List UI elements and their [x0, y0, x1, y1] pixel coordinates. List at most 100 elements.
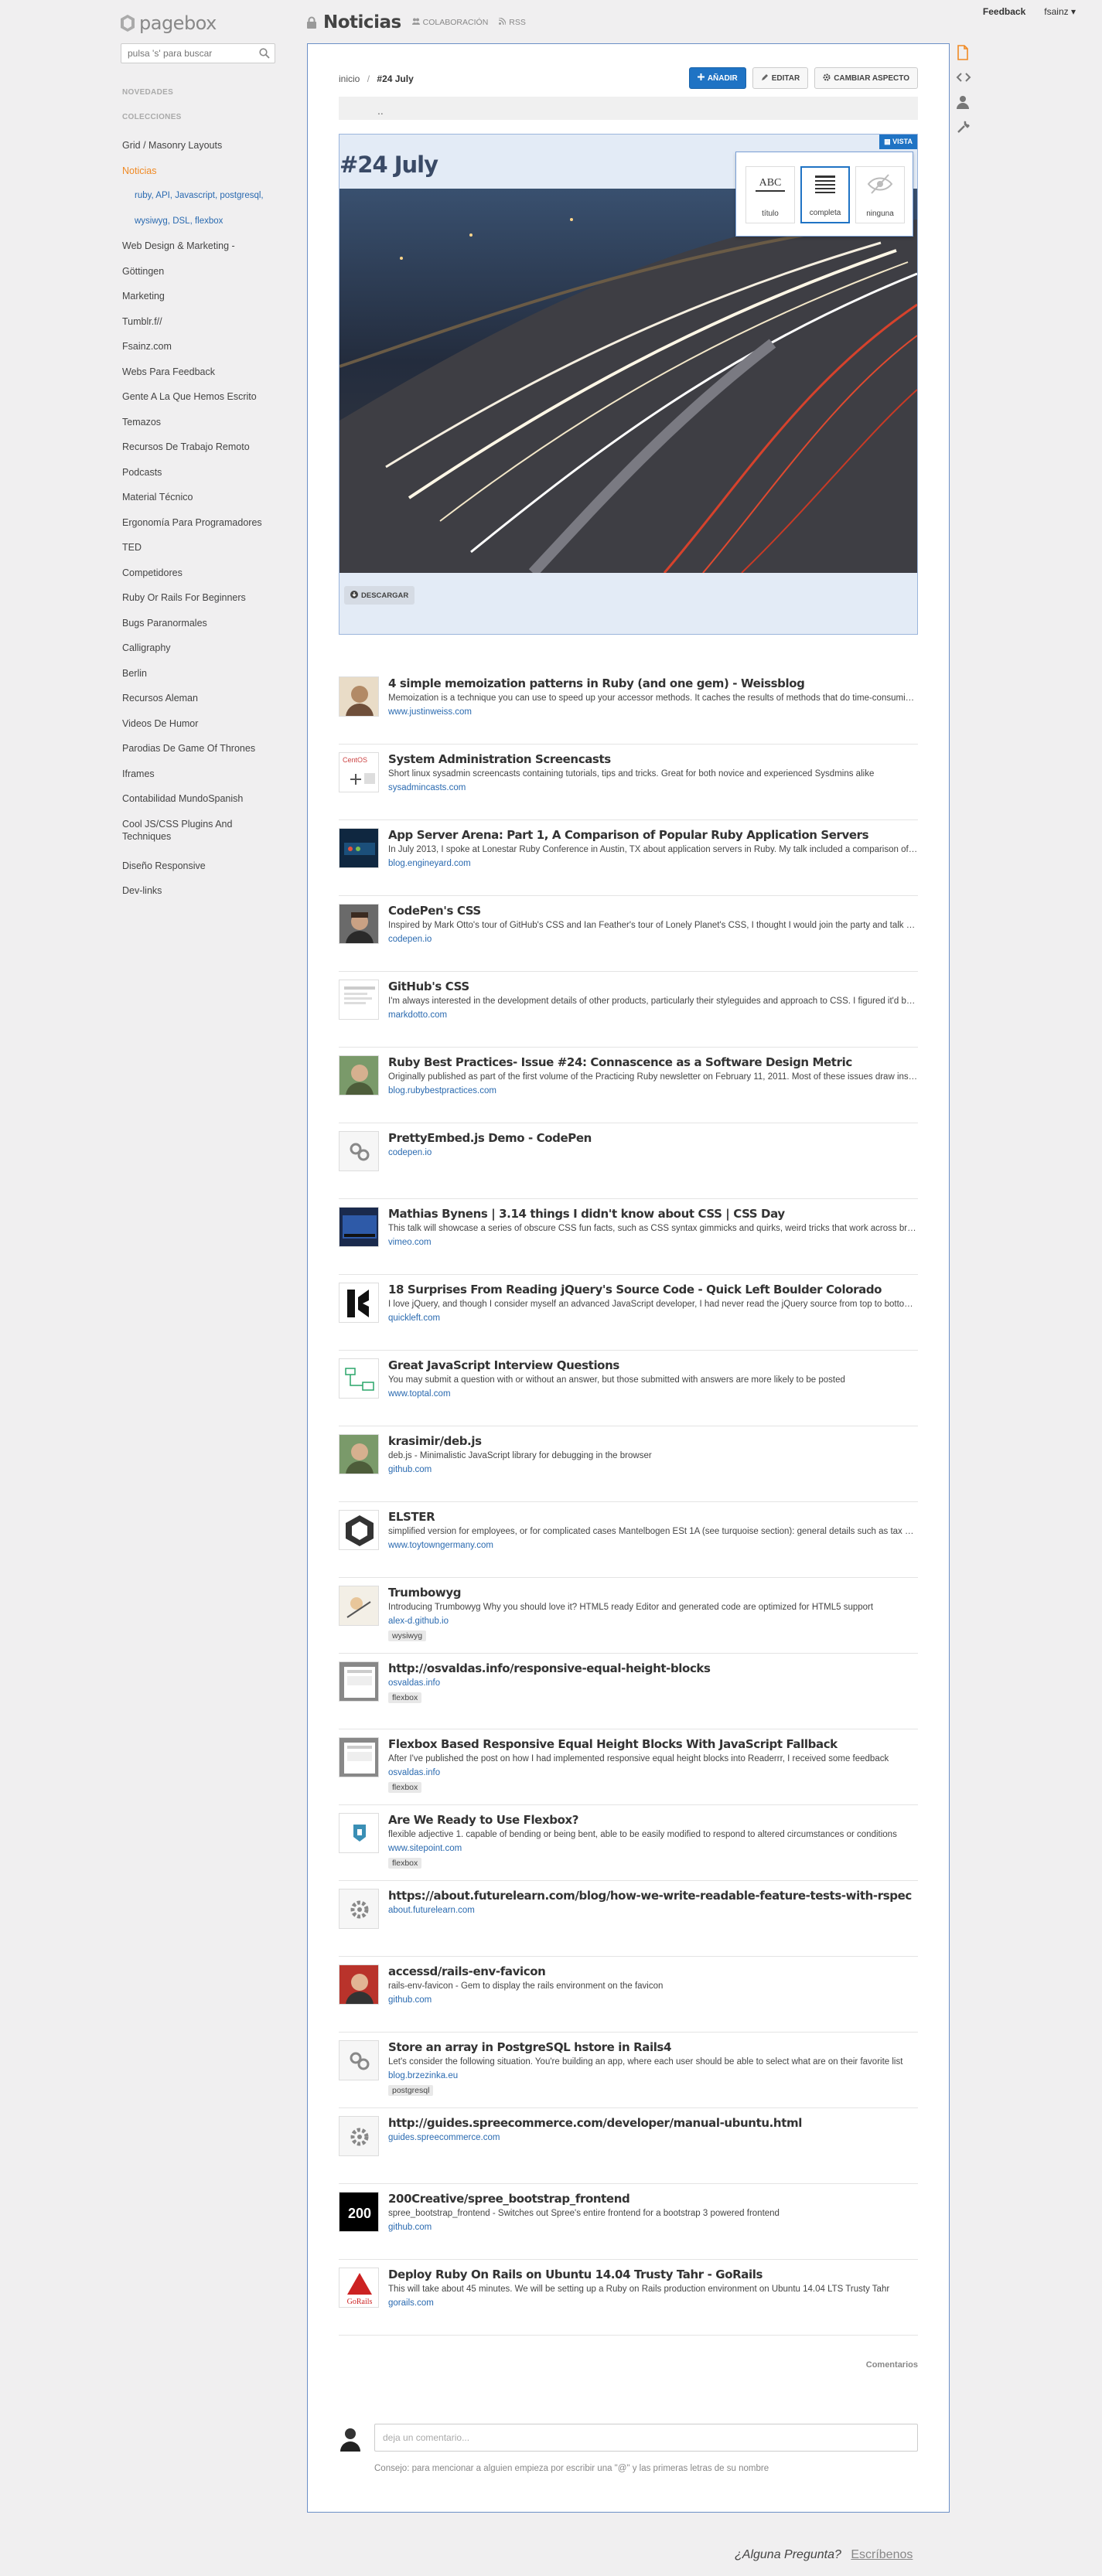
- section-novedades[interactable]: NOVEDADES: [122, 88, 173, 97]
- list-item[interactable]: PrettyEmbed.js Demo - CodePen codepen.io: [339, 1123, 918, 1199]
- sidebar-item[interactable]: Webs Para Feedback: [122, 360, 281, 386]
- item-thumbnail[interactable]: [339, 1358, 379, 1399]
- sidebar-item[interactable]: ruby, API, Javascript, postgresql,: [122, 184, 281, 210]
- item-thumbnail[interactable]: [339, 676, 379, 717]
- list-item[interactable]: Store an array in PostgreSQL hstore in R…: [339, 2033, 918, 2108]
- sidebar-item[interactable]: Podcasts: [122, 461, 281, 486]
- item-url[interactable]: blog.brzezinka.eu: [388, 2071, 458, 2080]
- item-url[interactable]: www.toptal.com: [388, 1389, 451, 1399]
- item-thumbnail[interactable]: [339, 1055, 379, 1095]
- collapsed-block[interactable]: ..: [339, 97, 918, 120]
- item-thumbnail[interactable]: [339, 1207, 379, 1247]
- item-thumbnail[interactable]: CentOS: [339, 752, 379, 792]
- sidebar-item[interactable]: Calligraphy: [122, 636, 281, 662]
- item-title[interactable]: Are We Ready to Use Flexbox?: [388, 1813, 918, 1827]
- feedback-link[interactable]: Feedback: [983, 6, 1025, 17]
- item-thumbnail[interactable]: [339, 1131, 379, 1171]
- item-title[interactable]: GitHub's CSS: [388, 980, 918, 993]
- list-item[interactable]: http://osvaldas.info/responsive-equal-he…: [339, 1654, 918, 1729]
- search-icon[interactable]: [259, 48, 270, 59]
- item-url[interactable]: quickleft.com: [388, 1314, 440, 1323]
- sidebar-item[interactable]: Cool JS/CSS Plugins And Techniques: [122, 813, 281, 854]
- item-thumbnail[interactable]: [339, 1283, 379, 1323]
- item-url[interactable]: github.com: [388, 2223, 432, 2232]
- sidebar-item[interactable]: Ruby Or Rails For Beginners: [122, 586, 281, 612]
- item-title[interactable]: Trumbowyg: [388, 1586, 918, 1600]
- item-title[interactable]: http://guides.spreecommerce.com/develope…: [388, 2116, 918, 2130]
- item-url[interactable]: gorails.com: [388, 2298, 434, 2308]
- item-thumbnail[interactable]: 200: [339, 2192, 379, 2232]
- footer-contact-link[interactable]: Escríbenos: [851, 2548, 913, 2561]
- list-item[interactable]: http://guides.spreecommerce.com/develope…: [339, 2108, 918, 2184]
- item-url[interactable]: markdotto.com: [388, 1010, 447, 1020]
- item-tag[interactable]: flexbox: [388, 1782, 422, 1793]
- item-thumbnail[interactable]: [339, 904, 379, 944]
- item-thumbnail[interactable]: [339, 980, 379, 1020]
- download-button[interactable]: DESCARGAR: [344, 586, 415, 605]
- item-url[interactable]: osvaldas.info: [388, 1678, 440, 1688]
- sidebar-item[interactable]: Fsainz.com: [122, 335, 281, 360]
- item-url[interactable]: sysadmincasts.com: [388, 783, 466, 792]
- rss-link[interactable]: RSS: [499, 17, 526, 27]
- item-title[interactable]: Store an array in PostgreSQL hstore in R…: [388, 2040, 918, 2054]
- sidebar-item[interactable]: Contabilidad MundoSpanish: [122, 787, 281, 813]
- item-thumbnail[interactable]: [339, 1510, 379, 1550]
- item-title[interactable]: Flexbox Based Responsive Equal Height Bl…: [388, 1737, 918, 1751]
- item-title[interactable]: 4 simple memoization patterns in Ruby (a…: [388, 676, 918, 690]
- sidebar-item[interactable]: Material Técnico: [122, 486, 281, 511]
- item-thumbnail[interactable]: [339, 1661, 379, 1702]
- sidebar-item[interactable]: Recursos Aleman: [122, 687, 281, 712]
- list-item[interactable]: accessd/rails-env-favicon rails-env-favic…: [339, 1957, 918, 2033]
- list-item[interactable]: ELSTER simplified version for employees, …: [339, 1502, 918, 1578]
- list-item[interactable]: Great JavaScript Interview Questions You …: [339, 1351, 918, 1426]
- view-option-none[interactable]: ninguna: [855, 166, 905, 223]
- sidebar-item[interactable]: Diseño Responsive: [122, 854, 281, 880]
- item-thumbnail[interactable]: [339, 828, 379, 868]
- item-url[interactable]: blog.rubybestpractices.com: [388, 1086, 496, 1095]
- comment-input[interactable]: deja un comentario...: [374, 2424, 918, 2452]
- item-thumbnail[interactable]: [339, 2116, 379, 2156]
- item-thumbnail[interactable]: [339, 1586, 379, 1626]
- item-title[interactable]: Great JavaScript Interview Questions: [388, 1358, 918, 1372]
- item-url[interactable]: guides.spreecommerce.com: [388, 2133, 500, 2142]
- wrench-icon[interactable]: [956, 119, 971, 135]
- item-url[interactable]: www.justinweiss.com: [388, 707, 472, 717]
- user-icon[interactable]: [956, 94, 971, 110]
- sidebar-item[interactable]: Berlin: [122, 662, 281, 687]
- item-tag[interactable]: flexbox: [388, 1858, 422, 1869]
- list-item[interactable]: CodePen's CSS Inspired by Mark Otto's tou…: [339, 896, 918, 972]
- item-title[interactable]: Ruby Best Practices- Issue #24: Connasce…: [388, 1055, 918, 1069]
- list-item[interactable]: App Server Arena: Part 1, A Comparison o…: [339, 820, 918, 896]
- sidebar-item[interactable]: Tumblr.f//: [122, 310, 281, 336]
- item-title[interactable]: System Administration Screencasts: [388, 752, 918, 766]
- item-title[interactable]: App Server Arena: Part 1, A Comparison o…: [388, 828, 918, 842]
- item-url[interactable]: alex-d.github.io: [388, 1617, 449, 1626]
- view-option-full[interactable]: completa: [800, 166, 850, 223]
- item-title[interactable]: 200Creative/spree_bootstrap_frontend: [388, 2192, 918, 2206]
- item-title[interactable]: PrettyEmbed.js Demo - CodePen: [388, 1131, 918, 1145]
- document-icon[interactable]: [956, 45, 971, 60]
- item-url[interactable]: github.com: [388, 1995, 432, 2005]
- list-item[interactable]: Flexbox Based Responsive Equal Height Bl…: [339, 1729, 918, 1805]
- list-item[interactable]: https://about.futurelearn.com/blog/how-w…: [339, 1881, 918, 1957]
- item-title[interactable]: 18 Surprises From Reading jQuery's Sourc…: [388, 1283, 918, 1297]
- item-title[interactable]: Deploy Ruby On Rails on Ubuntu 14.04 Tru…: [388, 2268, 918, 2281]
- item-url[interactable]: github.com: [388, 1465, 432, 1474]
- user-menu[interactable]: fsainz ▾: [1044, 6, 1076, 17]
- item-thumbnail[interactable]: [339, 1813, 379, 1853]
- item-title[interactable]: https://about.futurelearn.com/blog/how-w…: [388, 1889, 918, 1903]
- change-view-button[interactable]: CAMBIAR ASPECTO: [814, 67, 918, 89]
- list-item[interactable]: 18 Surprises From Reading jQuery's Sourc…: [339, 1275, 918, 1351]
- sidebar-item[interactable]: Ergonomía Para Programadores: [122, 511, 281, 537]
- list-item[interactable]: Trumbowyg Introducing Trumbowyg Why you s…: [339, 1578, 918, 1654]
- sidebar-item[interactable]: Iframes: [122, 762, 281, 788]
- item-thumbnail[interactable]: [339, 1964, 379, 2005]
- sidebar-item[interactable]: TED: [122, 536, 281, 561]
- view-badge[interactable]: ▦ VISTA: [879, 135, 917, 149]
- edit-button[interactable]: EDITAR: [752, 67, 809, 89]
- view-option-title[interactable]: ABC título: [745, 166, 795, 223]
- item-title[interactable]: http://osvaldas.info/responsive-equal-he…: [388, 1661, 918, 1675]
- item-url[interactable]: vimeo.com: [388, 1238, 432, 1247]
- item-url[interactable]: codepen.io: [388, 935, 432, 944]
- item-url[interactable]: osvaldas.info: [388, 1768, 440, 1777]
